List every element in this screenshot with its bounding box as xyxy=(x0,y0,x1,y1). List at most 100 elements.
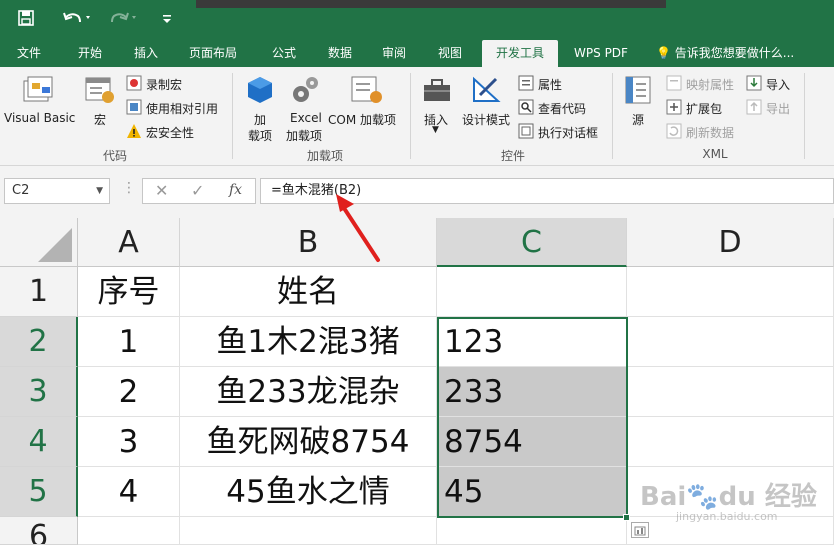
cell-c5[interactable]: 45 xyxy=(437,467,627,517)
tell-me-label: 告诉我您想要做什么... xyxy=(674,46,795,60)
cell-a3[interactable]: 2 xyxy=(78,367,180,417)
excel-addins-icon xyxy=(290,75,320,109)
ribbon: Visual Basic 宏 录制宏 使用相对引用 宏安全性 代码 加 载项 E… xyxy=(0,67,834,166)
macros-button[interactable]: 宏 xyxy=(94,111,106,128)
cancel-icon[interactable]: ✕ xyxy=(155,181,168,200)
cell-d3[interactable] xyxy=(627,367,834,417)
tab-formulas[interactable]: 公式 xyxy=(260,40,308,67)
quick-analysis-icon[interactable] xyxy=(631,522,649,538)
save-icon[interactable] xyxy=(14,10,38,32)
tab-review[interactable]: 审阅 xyxy=(370,40,418,67)
com-addins-icon xyxy=(350,75,384,109)
row-header-6[interactable]: 6 xyxy=(0,517,78,545)
com-addins-button[interactable]: COM 加载项 xyxy=(328,111,396,128)
row-header-2[interactable]: 2 xyxy=(0,317,78,367)
column-header-b[interactable]: B xyxy=(180,218,437,267)
cell-b4[interactable]: 鱼死网破8754 xyxy=(180,417,437,467)
cell-d1[interactable] xyxy=(627,267,834,317)
column-header-a[interactable]: A xyxy=(78,218,180,267)
tab-view[interactable]: 视图 xyxy=(426,40,474,67)
code-group-label: 代码 xyxy=(102,149,127,163)
tab-data[interactable]: 数据 xyxy=(316,40,364,67)
tab-insert[interactable]: 插入 xyxy=(122,40,170,67)
macro-security-button[interactable]: 宏安全性 xyxy=(146,124,194,141)
column-header-c[interactable]: C xyxy=(437,218,627,267)
group-separator xyxy=(410,73,411,159)
redo-icon[interactable] xyxy=(106,10,142,32)
cell-b2[interactable]: 鱼1木2混3猪 xyxy=(180,317,437,367)
macros-icon xyxy=(84,75,116,109)
cell-c4[interactable]: 8754 xyxy=(437,417,627,467)
cell-a2[interactable]: 1 xyxy=(78,317,180,367)
row-header-3[interactable]: 3 xyxy=(0,367,78,417)
tab-home[interactable]: 开始 xyxy=(66,40,114,67)
design-mode-button[interactable]: 设计模式 xyxy=(462,111,510,128)
view-code-icon xyxy=(518,99,534,119)
select-all-corner[interactable] xyxy=(0,218,78,267)
addins-icon xyxy=(246,75,274,109)
import-icon xyxy=(746,75,762,95)
row-header-4[interactable]: 4 xyxy=(0,417,78,467)
cell-d4[interactable] xyxy=(627,417,834,467)
formula-buttons: ✕ ✓ fx xyxy=(142,178,256,204)
record-macro-button[interactable]: 录制宏 xyxy=(146,76,182,93)
chevron-down-icon[interactable]: ▼ xyxy=(96,179,103,203)
tab-page-layout[interactable]: 页面布局 xyxy=(178,40,248,67)
customize-icon[interactable] xyxy=(158,10,176,32)
view-code-button[interactable]: 查看代码 xyxy=(538,100,586,117)
group-separator xyxy=(804,73,805,159)
expansion-packs-icon xyxy=(666,99,682,119)
tab-developer[interactable]: 开发工具 xyxy=(482,40,558,67)
toolbox-icon xyxy=(422,75,454,109)
tab-wps-pdf[interactable]: WPS PDF xyxy=(566,40,636,67)
cell-a1[interactable]: 序号 xyxy=(78,267,180,317)
addins-label-2[interactable]: 载项 xyxy=(248,127,272,144)
map-properties-button[interactable]: 映射属性 xyxy=(686,76,734,93)
run-dialog-button[interactable]: 执行对话框 xyxy=(538,124,598,141)
controls-group-label: 控件 xyxy=(500,149,525,163)
column-header-d[interactable]: D xyxy=(627,218,834,267)
tab-file[interactable]: 文件 xyxy=(8,40,50,67)
cell-b3[interactable]: 鱼233龙混杂 xyxy=(180,367,437,417)
cell-c2[interactable]: 123 xyxy=(437,317,627,367)
tell-me-search[interactable]: 💡 告诉我您想要做什么... xyxy=(656,40,806,67)
visual-basic-icon xyxy=(22,75,56,109)
undo-icon[interactable] xyxy=(60,10,96,32)
row-header-5[interactable]: 5 xyxy=(0,467,78,517)
name-box[interactable]: C2 ▼ xyxy=(4,178,110,204)
watermark-logo: Bai🐾du 经验 xyxy=(640,482,817,512)
excel-addins-label-1[interactable]: Excel xyxy=(290,111,322,125)
cell-b1[interactable]: 姓名 xyxy=(180,267,437,317)
cell-a5[interactable]: 4 xyxy=(78,467,180,517)
cell-c1[interactable] xyxy=(437,267,627,317)
relative-reference-button[interactable]: 使用相对引用 xyxy=(146,100,218,117)
xml-group-label: XML xyxy=(702,147,728,161)
enter-icon[interactable]: ✓ xyxy=(191,181,204,200)
excel-addins-label-2[interactable]: 加载项 xyxy=(286,127,322,144)
group-separator xyxy=(612,73,613,159)
insert-function-icon[interactable]: fx xyxy=(229,182,242,198)
refresh-data-button[interactable]: 刷新数据 xyxy=(686,124,734,141)
cell-a6[interactable] xyxy=(78,517,180,545)
export-button[interactable]: 导出 xyxy=(766,100,790,117)
addins-group-label: 加载项 xyxy=(306,149,343,163)
cell-c3[interactable]: 233 xyxy=(437,367,627,417)
properties-button[interactable]: 属性 xyxy=(538,76,562,93)
warning-icon xyxy=(126,123,142,143)
row-header-1[interactable]: 1 xyxy=(0,267,78,317)
cell-b6[interactable] xyxy=(180,517,437,545)
record-macro-icon xyxy=(126,75,142,95)
fill-handle[interactable] xyxy=(623,514,630,521)
addins-label-1[interactable]: 加 xyxy=(254,111,266,128)
cell-a4[interactable]: 3 xyxy=(78,417,180,467)
cell-c6[interactable] xyxy=(437,517,627,545)
relative-reference-icon xyxy=(126,99,142,119)
expansion-packs-button[interactable]: 扩展包 xyxy=(686,100,722,117)
visual-basic-button[interactable]: Visual Basic xyxy=(4,111,75,125)
import-button[interactable]: 导入 xyxy=(766,76,790,93)
cell-b5[interactable]: 45鱼水之情 xyxy=(180,467,437,517)
cell-d2[interactable] xyxy=(627,317,834,367)
xml-source-button[interactable]: 源 xyxy=(632,111,644,128)
worksheet-grid[interactable]: A B C D 1 2 3 4 5 6 序号 姓名 1 鱼1木2混3猪 123 … xyxy=(0,218,834,545)
refresh-data-icon xyxy=(666,123,682,143)
